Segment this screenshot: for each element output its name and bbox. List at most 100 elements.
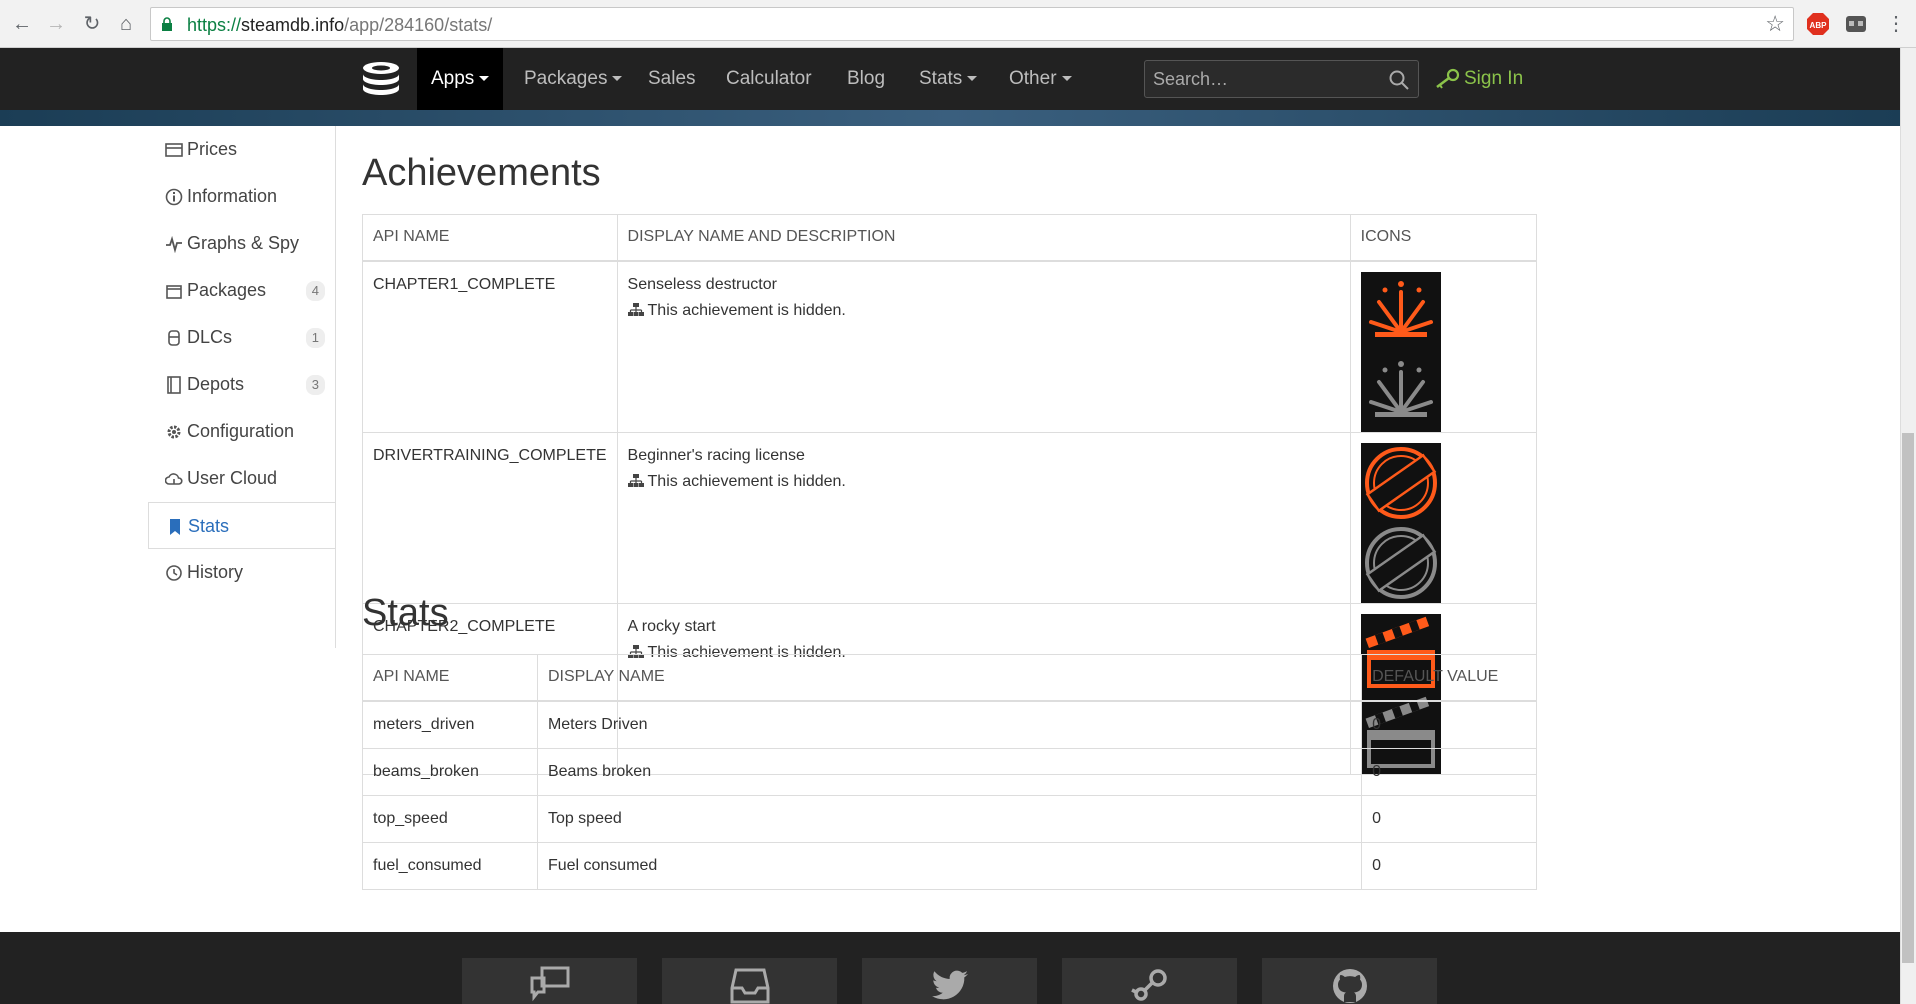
column-header[interactable]: API NAME	[362, 654, 538, 702]
sitemap-icon	[627, 473, 644, 487]
address-bar[interactable]: https://steamdb.info/app/284160/stats/ ☆	[150, 7, 1794, 41]
search-icon[interactable]	[1388, 69, 1410, 91]
scrollbar-thumb[interactable]	[1902, 433, 1914, 963]
back-icon[interactable]: ←	[10, 12, 34, 36]
url-text: https://steamdb.info/app/284160/stats/	[187, 15, 492, 36]
menu-icon[interactable]: ⋮	[1884, 12, 1908, 36]
dlc-icon	[168, 330, 180, 347]
achievement-name: A rocky start	[627, 617, 716, 635]
url-host: steamdb.info	[241, 15, 345, 35]
hidden-note: This achievement is hidden.	[627, 472, 1340, 491]
sidebar-item-label: Graphs & Spy	[187, 233, 300, 253]
nav-blog[interactable]: Blog	[833, 48, 899, 110]
column-header[interactable]: DISPLAY NAME AND DESCRIPTION	[616, 214, 1351, 262]
table-header-row: API NAME DISPLAY NAME AND DESCRIPTION IC…	[362, 214, 1538, 262]
nav-stats[interactable]: Stats	[905, 48, 991, 110]
extension-icon[interactable]	[1844, 12, 1868, 36]
caret-down-icon	[1061, 76, 1072, 82]
steam-icon	[1131, 969, 1167, 1001]
table-row: meters_driven Meters Driven 0	[362, 700, 1537, 749]
caret-down-icon	[612, 76, 623, 82]
footer-link-inbox[interactable]	[662, 958, 837, 1004]
footer-link-steam[interactable]	[1062, 958, 1237, 1004]
column-header[interactable]: DEFAULT VALUE	[1361, 654, 1537, 702]
api-name-cell: DRIVERTRAINING_COMPLETE	[362, 431, 618, 604]
bookmark-star-icon[interactable]: ☆	[1765, 11, 1785, 37]
stats-heading: Stats	[362, 592, 449, 634]
sidebar-item-graphs[interactable]: Graphs & Spy	[148, 220, 335, 267]
depots-count-badge: 3	[305, 375, 325, 395]
browser-toolbar: ← → ↻ ⌂ https://steamdb.info/app/284160/…	[0, 0, 1916, 48]
footer-link-twitter[interactable]	[862, 958, 1037, 1004]
nav-calculator[interactable]: Calculator	[712, 48, 826, 110]
sidebar-item-configuration[interactable]: Configuration	[148, 408, 335, 455]
gear-icon	[167, 425, 181, 439]
sign-in-link[interactable]: Sign In	[1434, 48, 1523, 110]
chat-icon	[530, 966, 570, 1002]
explosion-icon-locked[interactable]	[1360, 351, 1441, 432]
steam-key-icon	[1436, 68, 1460, 89]
table-row: beams_broken Beams broken 0	[362, 747, 1537, 796]
hidden-text: This achievement is hidden.	[647, 472, 846, 490]
app-sidebar: Prices Information Graphs & Spy Packages…	[148, 126, 336, 648]
api-name-cell: top_speed	[362, 794, 538, 843]
packages-count-badge: 4	[305, 281, 325, 301]
info-icon	[165, 188, 183, 206]
nav-apps[interactable]: Apps	[417, 48, 504, 110]
caret-down-icon	[479, 76, 490, 82]
nav-sales[interactable]: Sales	[634, 48, 710, 110]
achievement-name: Senseless destructor	[627, 275, 777, 293]
display-name-cell: Fuel consumed	[536, 841, 1363, 890]
nav-other-label: Other	[1009, 68, 1057, 89]
sidebar-item-user-cloud[interactable]: User Cloud	[148, 455, 335, 502]
explosion-icon[interactable]	[1360, 271, 1441, 352]
sidebar-item-label: DLCs	[187, 327, 233, 347]
dlcs-count-badge: 1	[305, 328, 325, 348]
sidebar-item-label: User Cloud	[187, 468, 278, 488]
steamdb-logo-icon[interactable]	[358, 60, 404, 100]
sidebar-item-history[interactable]: History	[148, 549, 335, 596]
footer-link-chat[interactable]	[462, 958, 637, 1004]
table-row: DRIVERTRAINING_COMPLETE Beginner's racin…	[362, 431, 1538, 604]
passed-stamp-icon[interactable]	[1360, 442, 1441, 523]
sidebar-item-packages[interactable]: Packages 4	[148, 267, 335, 314]
display-name-cell: Senseless destructor This achievement is …	[616, 260, 1351, 433]
sign-in-label: Sign In	[1464, 68, 1524, 89]
sidebar-item-label: Prices	[187, 139, 238, 159]
nav-packages-label: Packages	[524, 68, 608, 89]
home-icon[interactable]: ⌂	[114, 12, 138, 36]
default-value-cell: 0	[1361, 747, 1537, 796]
search-input[interactable]	[1151, 68, 1381, 91]
stats-table: API NAME DISPLAY NAME DEFAULT VALUE mete…	[362, 654, 1537, 890]
icons-cell	[1349, 260, 1538, 433]
github-icon	[1333, 969, 1367, 1003]
footer-link-github[interactable]	[1262, 958, 1437, 1004]
column-header[interactable]: API NAME	[362, 214, 618, 262]
api-name-cell: meters_driven	[362, 700, 538, 749]
reload-icon[interactable]: ↻	[80, 12, 104, 36]
column-header[interactable]: ICONS	[1349, 214, 1538, 262]
sidebar-item-prices[interactable]: Prices	[148, 126, 335, 173]
passed-stamp-icon-locked[interactable]	[1360, 522, 1441, 603]
default-value-cell: 0	[1361, 700, 1537, 749]
url-scheme: https://	[187, 15, 242, 35]
scrollbar[interactable]	[1900, 48, 1916, 1004]
sidebar-item-information[interactable]: Information	[148, 173, 335, 220]
achievement-name: Beginner's racing license	[627, 446, 805, 464]
inbox-icon	[730, 968, 770, 1004]
sidebar-item-label: History	[187, 562, 244, 582]
twitter-icon	[932, 970, 968, 1000]
adblock-icon[interactable]: ABP	[1806, 12, 1830, 36]
forward-icon[interactable]: →	[44, 12, 68, 36]
nav-apps-label: Apps	[431, 68, 475, 89]
header-banner	[0, 110, 1900, 126]
nav-packages[interactable]: Packages	[510, 48, 636, 110]
sidebar-item-depots[interactable]: Depots 3	[148, 361, 335, 408]
sidebar-item-dlcs[interactable]: DLCs 1	[148, 314, 335, 361]
nav-other[interactable]: Other	[995, 48, 1086, 110]
column-header[interactable]: DISPLAY NAME	[536, 654, 1363, 702]
lock-icon	[162, 17, 172, 31]
sidebar-item-stats[interactable]: Stats	[148, 502, 335, 549]
display-name-cell: Beginner's racing license This achievemen…	[616, 431, 1351, 604]
box-icon	[166, 285, 182, 300]
